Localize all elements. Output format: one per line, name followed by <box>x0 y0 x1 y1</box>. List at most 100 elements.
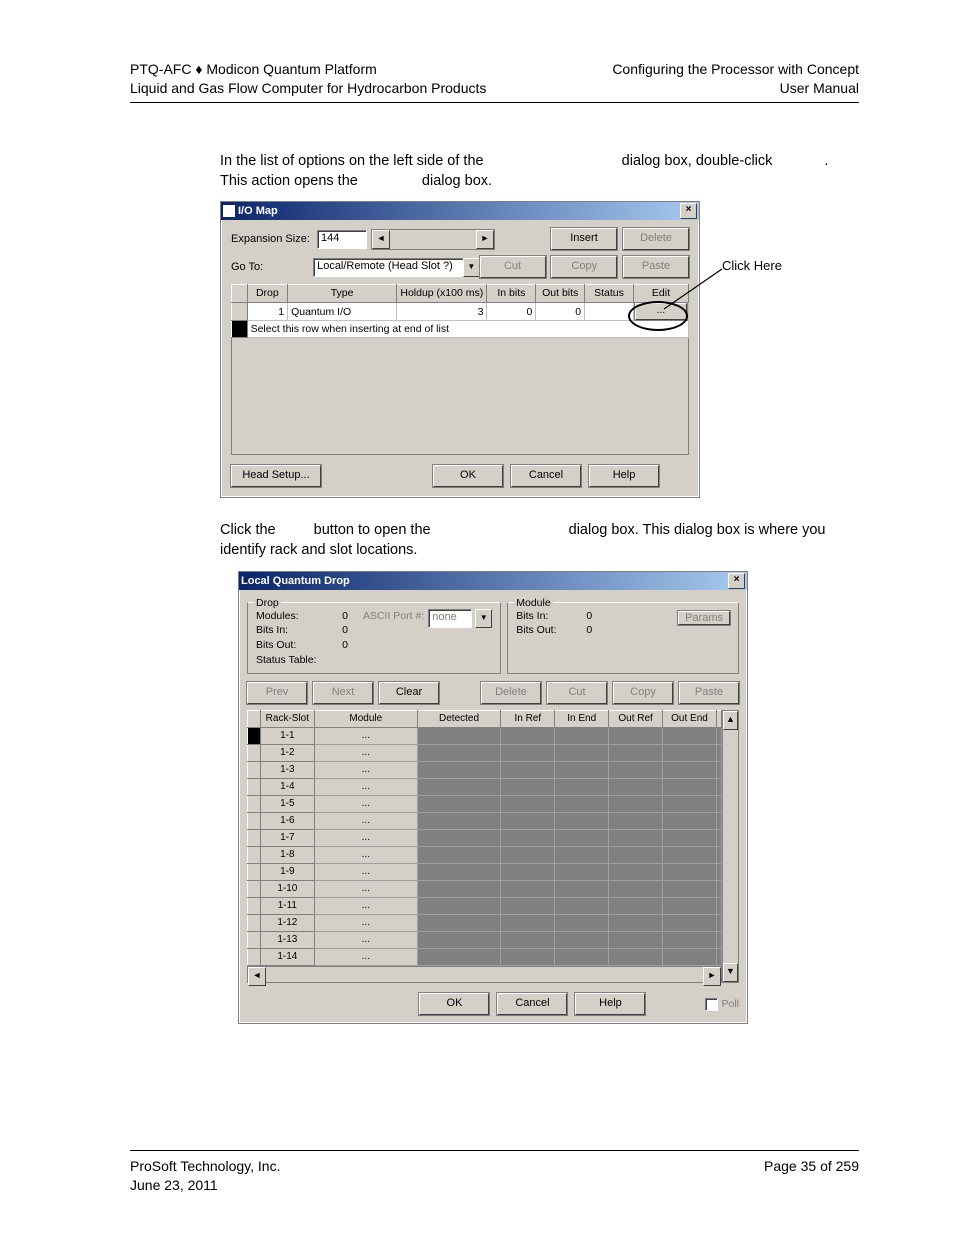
ok-button[interactable]: OK <box>433 465 503 487</box>
goto-field[interactable]: Local/Remote (Head Slot ?) <box>313 258 464 277</box>
table-row[interactable]: 1-11... <box>248 898 722 915</box>
col-outbits: Out bits <box>536 285 585 303</box>
table-row[interactable]: 1-1... <box>248 728 722 745</box>
paste-button[interactable]: Paste <box>623 256 689 278</box>
next-button[interactable]: Next <box>313 682 373 704</box>
params-button[interactable]: Params <box>678 611 730 625</box>
ok-button-2[interactable]: OK <box>419 993 489 1015</box>
close-icon[interactable]: × <box>728 573 745 589</box>
io-map-titlebar: I/O Map × <box>221 202 699 220</box>
module-cell[interactable]: ... <box>314 847 417 864</box>
ascii-port-label: ASCII Port #: <box>363 609 424 624</box>
module-cell[interactable]: ... <box>314 779 417 796</box>
module-cell[interactable]: ... <box>314 813 417 830</box>
module-cell[interactable]: ... <box>314 728 417 745</box>
scroll-left-button[interactable]: ◄ <box>372 230 390 249</box>
scroll-right-icon[interactable]: ► <box>703 967 721 986</box>
paste-button-2[interactable]: Paste <box>679 682 739 704</box>
vertical-scrollbar[interactable]: ▲ ▼ <box>722 710 739 983</box>
module-cell[interactable]: ... <box>314 898 417 915</box>
module-cell[interactable]: ... <box>314 881 417 898</box>
page-footer: ProSoft Technology, Inc. June 23, 2011 P… <box>130 1146 859 1195</box>
expansion-size-field[interactable]: 144 <box>317 230 367 249</box>
module-cell[interactable]: ... <box>314 864 417 881</box>
module-cell[interactable]: ... <box>314 915 417 932</box>
col-status: Status <box>585 285 634 303</box>
modules-label: Modules: <box>256 609 328 624</box>
scroll-right-button[interactable]: ► <box>476 230 494 249</box>
head-setup-button[interactable]: Head Setup... <box>231 465 321 487</box>
scroll-up-icon[interactable]: ▲ <box>723 711 738 730</box>
col-inend: In End <box>555 711 609 728</box>
table-row[interactable]: 1-4... <box>248 779 722 796</box>
cut-button[interactable]: Cut <box>480 256 546 278</box>
paragraph-2: Click the button to open the dialog box.… <box>220 520 859 561</box>
chevron-down-icon[interactable]: ▼ <box>475 609 492 628</box>
close-icon[interactable]: × <box>680 203 697 219</box>
io-map-title: I/O Map <box>238 202 278 220</box>
horizontal-scrollbar[interactable]: ◄ ► <box>247 966 722 983</box>
ascii-port-field[interactable]: none <box>428 609 472 628</box>
table-row[interactable]: 1-7... <box>248 830 722 847</box>
cancel-button-2[interactable]: Cancel <box>497 993 567 1015</box>
cut-button-2[interactable]: Cut <box>547 682 607 704</box>
delete-button[interactable]: Delete <box>623 228 689 250</box>
rackslot-cell: 1-9 <box>260 864 314 881</box>
rackslot-cell: 1-11 <box>260 898 314 915</box>
col-drop: Drop <box>247 285 288 303</box>
table-row[interactable]: 1-8... <box>248 847 722 864</box>
prev-button[interactable]: Prev <box>247 682 307 704</box>
hdr-left-2: Liquid and Gas Flow Computer for Hydroca… <box>130 79 486 98</box>
local-quantum-drop-dialog: Local Quantum Drop × Drop Modules: Bits … <box>238 571 748 1025</box>
insert-button[interactable]: Insert <box>551 228 617 250</box>
table-row[interactable]: 1-10... <box>248 881 722 898</box>
table-row[interactable]: 1 Quantum I/O 3 0 0 ... <box>232 303 689 321</box>
rackslot-cell: 1-1 <box>260 728 314 745</box>
table-row[interactable]: 1-14... <box>248 949 722 966</box>
clear-button[interactable]: Clear <box>379 682 439 704</box>
scroll-left-icon[interactable]: ◄ <box>248 967 266 986</box>
m-bitsin-value: 0 <box>572 609 592 624</box>
cancel-button[interactable]: Cancel <box>511 465 581 487</box>
col-rackslot: Rack-Slot <box>260 711 314 728</box>
module-cell[interactable]: ... <box>314 745 417 762</box>
table-row[interactable]: 1-3... <box>248 762 722 779</box>
help-button[interactable]: Help <box>589 465 659 487</box>
col-blank <box>717 711 722 728</box>
m-bitsin-label: Bits In: <box>516 609 572 624</box>
bitsout-label: Bits Out: <box>256 638 328 653</box>
rackslot-cell: 1-2 <box>260 745 314 762</box>
goto-label: Go To: <box>231 260 313 275</box>
copy-button[interactable]: Copy <box>551 256 617 278</box>
table-row[interactable]: 1-13... <box>248 932 722 949</box>
table-row[interactable]: 1-2... <box>248 745 722 762</box>
poll-checkbox[interactable]: Poll <box>705 997 739 1012</box>
module-cell[interactable]: ... <box>314 932 417 949</box>
module-cell[interactable]: ... <box>314 796 417 813</box>
delete-button-2[interactable]: Delete <box>481 682 541 704</box>
table-row[interactable]: Select this row when inserting at end of… <box>232 321 689 338</box>
bitsout-value: 0 <box>328 638 348 653</box>
m-bitsout-value: 0 <box>572 623 592 638</box>
lqd-title: Local Quantum Drop <box>241 572 350 590</box>
module-cell[interactable]: ... <box>314 830 417 847</box>
col-type: Type <box>288 285 397 303</box>
rackslot-cell: 1-4 <box>260 779 314 796</box>
table-row[interactable]: 1-12... <box>248 915 722 932</box>
module-cell[interactable]: ... <box>314 762 417 779</box>
copy-button-2[interactable]: Copy <box>613 682 673 704</box>
col-module: Module <box>314 711 417 728</box>
expansion-size-label: Expansion Size: <box>231 232 317 247</box>
scroll-down-icon[interactable]: ▼ <box>723 963 738 982</box>
table-row[interactable]: 1-9... <box>248 864 722 881</box>
module-cell[interactable]: ... <box>314 949 417 966</box>
footer-page: Page 35 of 259 <box>764 1157 859 1176</box>
col-outend: Out End <box>663 711 717 728</box>
table-row[interactable]: 1-6... <box>248 813 722 830</box>
chevron-down-icon[interactable]: ▼ <box>463 258 479 277</box>
rackslot-cell: 1-8 <box>260 847 314 864</box>
col-inbits: In bits <box>487 285 536 303</box>
table-row[interactable]: 1-5... <box>248 796 722 813</box>
rackslot-cell: 1-7 <box>260 830 314 847</box>
help-button-2[interactable]: Help <box>575 993 645 1015</box>
